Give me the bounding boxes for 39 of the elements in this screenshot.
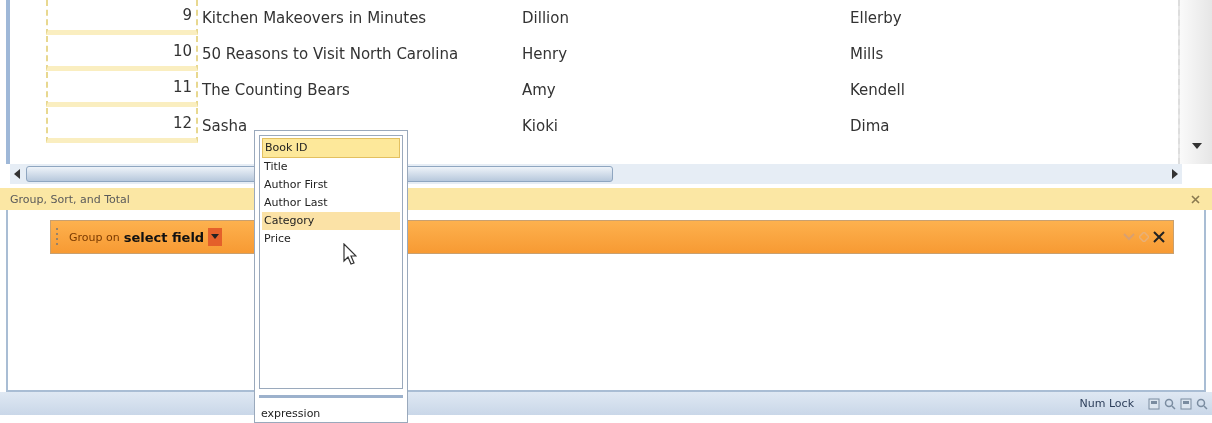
view-icon[interactable] xyxy=(1180,397,1192,410)
zoom-icon[interactable] xyxy=(1196,397,1208,410)
table-cell-text: Ellerby xyxy=(850,8,903,27)
vertical-scrollbar[interactable] xyxy=(1178,0,1212,164)
pointer-icon xyxy=(343,243,357,265)
table-cell-text: Dillion xyxy=(522,8,570,27)
table-cell-text: 50 Reasons to Visit North Carolina xyxy=(201,44,460,63)
list-item[interactable]: expression xyxy=(259,406,403,422)
drag-handle-icon[interactable] xyxy=(55,226,59,248)
scroll-right-icon[interactable] xyxy=(1172,169,1178,179)
status-text: Num Lock xyxy=(1079,397,1134,410)
table-cell-text: Sasha xyxy=(201,116,249,135)
scroll-left-icon[interactable] xyxy=(14,169,20,179)
zoom-icon[interactable] xyxy=(1164,397,1176,410)
table-cell: 10 xyxy=(172,42,192,60)
table-cell-text: Dima xyxy=(850,116,891,135)
table-cell-text: Amy xyxy=(522,80,557,99)
list-item[interactable]: Author Last xyxy=(262,194,400,212)
close-icon[interactable] xyxy=(1191,194,1200,204)
table-cell: 12 xyxy=(172,114,192,132)
table-cell-text: Kitchen Makeovers in Minutes xyxy=(201,8,428,27)
group-label: Group on xyxy=(69,230,120,244)
table-cell: 11 xyxy=(172,78,192,96)
list-item[interactable]: Author First xyxy=(262,176,400,194)
pane-title: Group, Sort, and Total xyxy=(10,192,130,206)
table-cell-text: Kioki xyxy=(522,116,560,135)
list-item[interactable]: Book ID xyxy=(262,138,400,158)
list-item[interactable]: Title xyxy=(262,158,400,176)
list-item[interactable]: Price xyxy=(262,230,400,248)
table-cell-text: The Counting Bears xyxy=(201,80,351,99)
table-cell-text: Kendell xyxy=(850,80,906,99)
delete-icon[interactable] xyxy=(1153,231,1165,243)
list-item[interactable]: Category xyxy=(262,212,400,230)
field-dropdown[interactable]: select field xyxy=(123,229,205,245)
table-cell-text: Mills xyxy=(850,44,885,63)
view-icon[interactable] xyxy=(1148,397,1160,410)
table-cell: 9 xyxy=(182,6,192,24)
scroll-down-icon[interactable] xyxy=(1192,143,1202,149)
table-cell-text: Henry xyxy=(522,44,569,63)
